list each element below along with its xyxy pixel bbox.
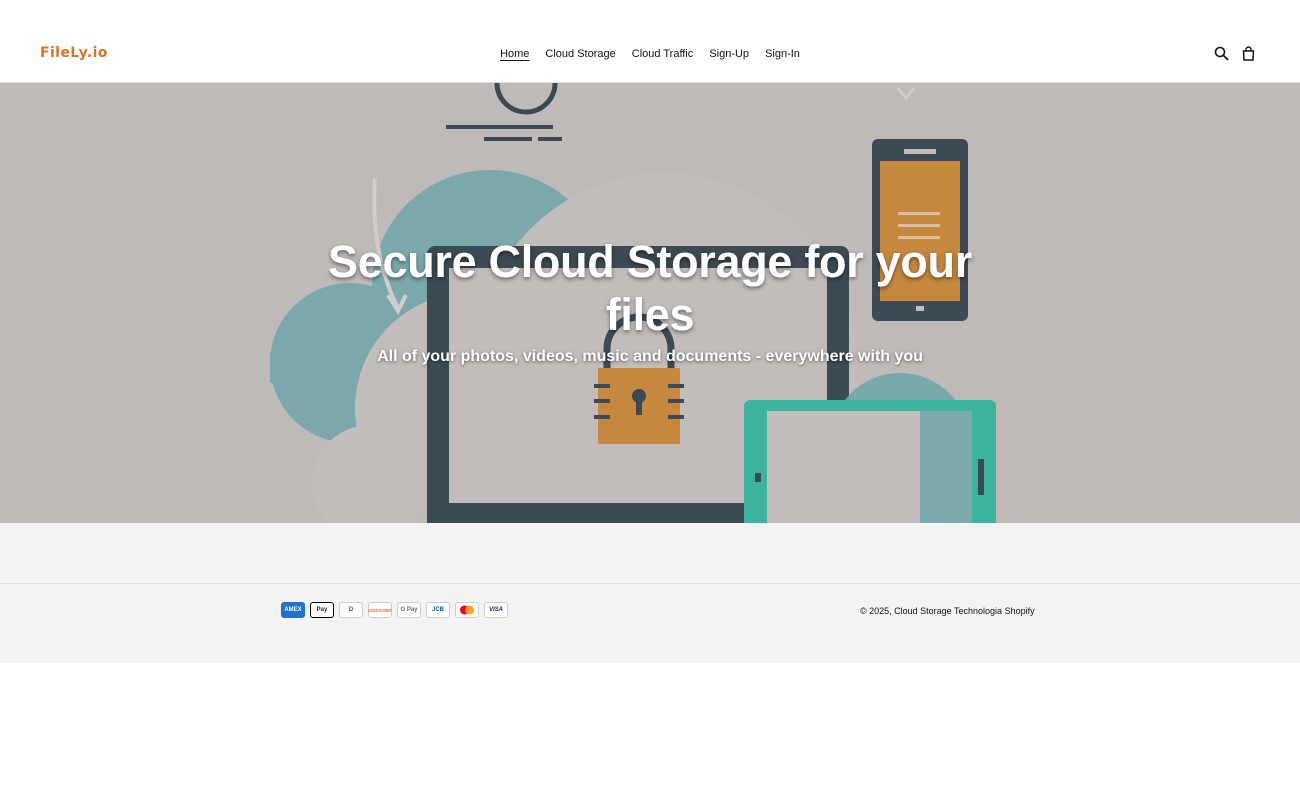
site-footer: AMEX Pay D DISCOVER G Pay JCB VISA © 202…: [0, 523, 1300, 663]
cart-icon[interactable]: [1241, 46, 1256, 61]
nav-item-home[interactable]: Home: [500, 48, 529, 60]
payment-methods: AMEX Pay D DISCOVER G Pay JCB VISA: [281, 602, 508, 618]
site-header: FileLy.io Home Cloud Storage Cloud Traff…: [0, 0, 1300, 83]
main-nav: Home Cloud Storage Cloud Traffic Sign-Up…: [0, 48, 1300, 60]
diners-club-icon: D: [339, 602, 363, 618]
visa-icon: VISA: [484, 602, 508, 618]
mastercard-icon: [455, 602, 479, 618]
search-icon[interactable]: [1214, 46, 1229, 61]
copyright-text: © 2025, Cloud Storage Technologia Shopif…: [860, 606, 1035, 616]
footer-divider: [0, 583, 1300, 584]
google-pay-icon: G Pay: [397, 602, 421, 618]
apple-pay-icon: Pay: [310, 602, 334, 618]
nav-item-cloud-traffic[interactable]: Cloud Traffic: [632, 48, 694, 60]
nav-item-sign-in[interactable]: Sign-In: [765, 48, 800, 60]
jcb-icon: JCB: [426, 602, 450, 618]
hero-banner: Secure Cloud Storage for your files All …: [0, 83, 1300, 523]
header-icons: [1214, 46, 1256, 61]
nav-item-sign-up[interactable]: Sign-Up: [709, 48, 749, 60]
hero-subtitle: All of your photos, videos, music and do…: [377, 348, 923, 365]
discover-icon: DISCOVER: [368, 602, 392, 618]
nav-item-cloud-storage[interactable]: Cloud Storage: [545, 48, 615, 60]
amex-icon: AMEX: [281, 602, 305, 618]
hero-title: Secure Cloud Storage for your files: [328, 236, 972, 340]
